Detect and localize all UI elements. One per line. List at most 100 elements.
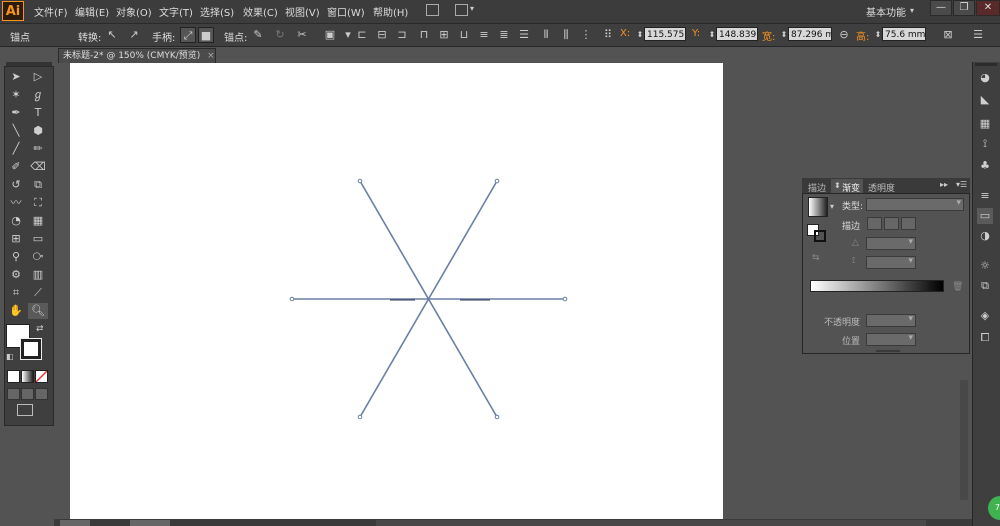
distribute-bottom-icon[interactable]: ☰ (516, 27, 532, 43)
restore-button[interactable]: ❐ (953, 0, 975, 16)
transform-icon[interactable]: ⊠ (940, 27, 956, 43)
artboard-tool-icon[interactable]: ⌗ (6, 285, 26, 301)
color-mode-icon[interactable] (7, 370, 20, 383)
aspect-field[interactable] (866, 256, 916, 269)
menu-help[interactable]: 帮助(H) (373, 4, 408, 19)
chevron-down-icon[interactable]: ▾ (910, 6, 914, 15)
distribute-right-icon[interactable]: ⋮ (578, 27, 594, 43)
menu-effect[interactable]: 效果(C) (243, 4, 278, 19)
color-guide-icon[interactable]: ◣ (977, 92, 993, 108)
tab-stroke[interactable]: 描边 (808, 181, 826, 194)
location-field[interactable] (866, 333, 916, 346)
panel-resize-grip[interactable] (876, 350, 900, 352)
delete-stop-icon[interactable]: 🗑︎ (952, 282, 963, 292)
document-tab[interactable]: 未标题-2* @ 150% (CMYK/预览) × (58, 48, 216, 63)
menu-window[interactable]: 窗口(W) (327, 4, 365, 19)
swatches-panel-icon[interactable]: ▦ (977, 116, 993, 132)
symbol-sprayer-tool-icon[interactable]: ⚙ (6, 267, 26, 283)
mesh-tool-icon[interactable]: ⊞ (6, 231, 26, 247)
minimize-button[interactable]: — (930, 0, 952, 16)
align-left-icon[interactable]: ⊏ (354, 27, 370, 43)
close-button[interactable]: ✕ (976, 0, 1000, 16)
link-proportions-icon[interactable]: ⊖ (836, 27, 852, 43)
zoom-tool-icon[interactable]: 🔍︎ (28, 303, 48, 319)
none-mode-icon[interactable] (35, 370, 48, 383)
align-top-icon[interactable]: ⊓ (416, 27, 432, 43)
artboards-panel-icon[interactable]: ⧠ (977, 330, 993, 346)
scale-tool-icon[interactable]: ⧉ (28, 177, 48, 193)
color-panel-icon[interactable]: ◕ (977, 70, 993, 86)
distribute-middle-icon[interactable]: ≣ (496, 27, 512, 43)
arrange-documents-icon[interactable] (455, 4, 468, 16)
hide-handles-icon[interactable]: ■ (198, 27, 214, 43)
connect-anchor-icon[interactable]: ↻ (272, 27, 288, 43)
remove-anchor-icon[interactable]: ✎ (250, 27, 266, 43)
align-right-icon[interactable]: ⊐ (394, 27, 410, 43)
star-path-artwork[interactable] (70, 63, 723, 526)
align-center-icon[interactable]: ⊟ (374, 27, 390, 43)
height-field[interactable]: 75.6 mm (882, 27, 926, 41)
paintbrush-tool-icon[interactable]: ╱ (6, 141, 26, 157)
stroke-indicator[interactable] (814, 230, 826, 242)
horizontal-scrollbar[interactable] (376, 520, 926, 526)
cut-path-icon[interactable]: ✂ (294, 27, 310, 43)
menu-view[interactable]: 视图(V) (285, 4, 320, 19)
rotate-tool-icon[interactable]: ↺ (6, 177, 26, 193)
warp-tool-icon[interactable]: 〰 (6, 195, 26, 211)
panel-menu-icon[interactable]: ▾☰ (956, 180, 967, 189)
chevron-down-icon[interactable]: ▾ (470, 4, 474, 13)
column-graph-tool-icon[interactable]: ▥ (28, 267, 48, 283)
slice-tool-icon[interactable]: ⟋ (28, 285, 48, 301)
distribute-center-icon[interactable]: ⫼ (558, 27, 574, 43)
direct-selection-tool-icon[interactable]: ▷ (28, 69, 48, 85)
gradient-slider[interactable] (810, 280, 944, 292)
draw-inside-icon[interactable] (35, 388, 48, 400)
bridge-icon[interactable] (426, 4, 439, 16)
gradient-panel-icon[interactable]: ▭ (977, 208, 993, 224)
convert-corner-icon[interactable]: ↖ (104, 27, 120, 43)
stroke-within-icon[interactable] (867, 217, 882, 230)
transform-grid-icon[interactable]: ⠿ (600, 27, 616, 43)
panel-menu-icon[interactable]: ☰ (970, 27, 986, 43)
dock-grip[interactable] (975, 63, 997, 66)
workspace-switcher[interactable]: 基本功能 (866, 4, 906, 19)
angle-field[interactable] (866, 237, 916, 250)
free-transform-tool-icon[interactable]: ⛶ (28, 195, 48, 211)
collapse-panel-icon[interactable]: ▸▸ (940, 180, 948, 189)
screen-mode-icon[interactable] (17, 404, 33, 416)
zoom-level-field[interactable] (60, 520, 90, 526)
distribute-left-icon[interactable]: ⫴ (538, 27, 554, 43)
stroke-panel-icon[interactable]: ≡ (977, 188, 993, 204)
tab-gradient[interactable]: 渐变 (842, 181, 860, 194)
polygon-tool-icon[interactable]: ⬢ (28, 123, 48, 139)
reverse-gradient-icon[interactable]: ⇆ (812, 253, 820, 263)
transparency-panel-icon[interactable]: ◑ (977, 228, 993, 244)
vertical-scrollbar[interactable] (960, 380, 968, 500)
graphic-styles-icon[interactable]: ⧉ (977, 278, 993, 294)
pen-tool-icon[interactable]: ✒ (6, 105, 26, 121)
draw-behind-icon[interactable] (21, 388, 34, 400)
convert-smooth-icon[interactable]: ↗ (126, 27, 142, 43)
gradient-tool-icon[interactable]: ▭ (28, 231, 48, 247)
selection-tool-icon[interactable]: ➤ (6, 69, 26, 85)
menu-file[interactable]: 文件(F) (34, 4, 68, 19)
show-handles-icon[interactable]: ⤢ (180, 27, 196, 43)
type-tool-icon[interactable]: T (28, 105, 48, 121)
layers-panel-icon[interactable]: ◈ (977, 308, 993, 324)
menu-edit[interactable]: 编辑(E) (75, 4, 109, 19)
magic-wand-tool-icon[interactable]: ✶ (6, 87, 26, 103)
width-field[interactable]: 87.296 m (788, 27, 832, 41)
artboard-navigation[interactable] (130, 520, 170, 526)
menu-select[interactable]: 选择(S) (200, 4, 234, 19)
x-field[interactable]: 115.575 (644, 27, 686, 41)
opacity-field[interactable] (866, 314, 916, 327)
artboard[interactable] (70, 63, 723, 526)
default-colors-icon[interactable]: ◧ (6, 352, 14, 361)
tab-transparency[interactable]: 透明度 (868, 181, 895, 194)
gradient-preview-swatch[interactable] (808, 197, 828, 217)
align-middle-icon[interactable]: ⊞ (436, 27, 452, 43)
stroke-across-icon[interactable] (901, 217, 916, 230)
y-field[interactable]: 148.839 (716, 27, 758, 41)
isolate-icon[interactable]: ▣ (322, 27, 338, 43)
draw-normal-icon[interactable] (7, 388, 20, 400)
